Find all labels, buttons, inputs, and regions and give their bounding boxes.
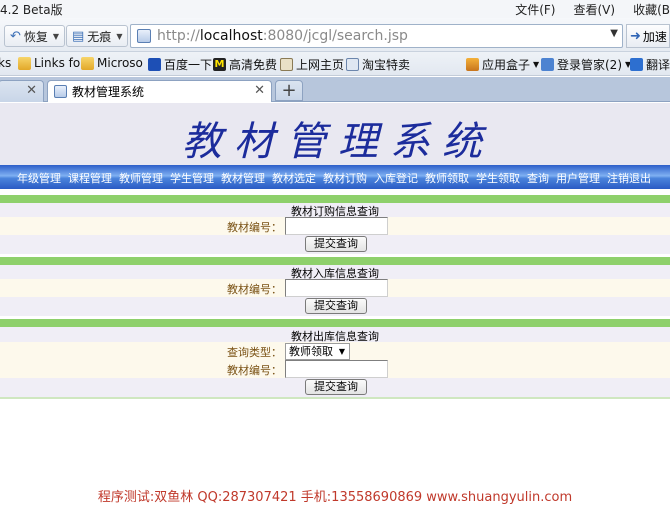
query-type-value: 教师领取 xyxy=(289,345,333,358)
key-icon xyxy=(541,58,554,71)
nav-textbook-management[interactable]: 教材管理 xyxy=(221,170,265,186)
main-nav: 年级管理 课程管理 教师管理 学生管理 教材管理 教材选定 教材订购 入库登记 … xyxy=(0,165,670,189)
menu-bar: 文件(F) 查看(V) 收藏(B xyxy=(515,1,670,18)
bookmark-links[interactable]: Links fo xyxy=(18,56,80,70)
app-box-icon xyxy=(466,58,479,71)
stock-in-textbook-id-label: 教材编号： xyxy=(227,283,282,296)
tab-bar: ✕ 教材管理系统 ✕ + xyxy=(0,77,670,102)
section-divider xyxy=(0,319,670,327)
home-page-icon xyxy=(280,58,293,71)
nav-grade-management[interactable]: 年级管理 xyxy=(17,170,61,186)
stock-out-submit-button[interactable]: 提交查询 xyxy=(305,379,367,395)
restore-label: 恢复 xyxy=(23,29,48,44)
address-bar[interactable]: http://localhost:8080/jcgl/search.jsp ▼ xyxy=(130,24,623,48)
page-icon xyxy=(346,58,359,71)
app-title: 4.2 Beta版 xyxy=(0,3,63,17)
nav-teacher-management[interactable]: 教师管理 xyxy=(119,170,163,186)
stock-out-textbook-id-input[interactable] xyxy=(285,360,388,378)
bookmark-microsoft[interactable]: Microso xyxy=(81,56,143,70)
bookmark-app-box[interactable]: 应用盒子 ▼ xyxy=(466,56,539,73)
bookmark-baidu[interactable]: 百度一下 xyxy=(148,56,212,73)
close-icon[interactable]: ✕ xyxy=(254,83,265,98)
accelerate-icon: ➜ xyxy=(630,28,641,44)
bookmark-hd-free[interactable]: M 高清免费 xyxy=(213,56,277,73)
chevron-down-icon: ▼ xyxy=(533,60,540,69)
menu-favorites[interactable]: 收藏(B xyxy=(633,1,670,18)
new-tab-button[interactable]: + xyxy=(275,80,303,101)
bookmark-login-manager[interactable]: 登录管家(2) ▼ xyxy=(541,56,631,73)
page-icon xyxy=(54,85,67,98)
menu-file[interactable]: 文件(F) xyxy=(515,1,555,18)
menu-view[interactable]: 查看(V) xyxy=(574,1,616,18)
bookmark-translate[interactable]: 翻译 xyxy=(630,56,670,73)
folder-icon xyxy=(18,56,31,70)
tab-previous[interactable]: ✕ xyxy=(0,80,44,102)
section-divider xyxy=(0,195,670,203)
tab-label: 教材管理系统 xyxy=(72,85,145,99)
baidu-paw-icon xyxy=(148,58,161,71)
bookmark-home[interactable]: 上网主页 xyxy=(280,56,344,73)
section-bottom-border xyxy=(0,397,670,399)
address-dropdown-icon[interactable]: ▼ xyxy=(610,28,618,39)
folder-icon xyxy=(81,56,94,70)
nav-user-management[interactable]: 用户管理 xyxy=(556,170,600,186)
header-banner: 教材管理系统 xyxy=(0,103,670,165)
nav-textbook-order[interactable]: 教材订购 xyxy=(323,170,367,186)
bookmark-ks[interactable]: ks xyxy=(0,56,11,70)
order-textbook-id-label: 教材编号： xyxy=(227,221,282,234)
section-divider xyxy=(0,257,670,265)
bookmarks-bar: ks Links fo Microso 百度一下 M 高清免费 上网主页 淘宝特卖… xyxy=(0,52,670,76)
traceless-label: 无痕 xyxy=(87,29,112,44)
order-textbook-id-input[interactable] xyxy=(285,217,388,235)
bookmark-taobao[interactable]: 淘宝特卖 xyxy=(346,56,410,73)
chevron-down-icon: ▼ xyxy=(338,347,345,356)
navigation-toolbar: ↶ 恢复 ▼ ▤ 无痕 ▼ http://localhost:8080/jcgl… xyxy=(0,18,670,52)
query-type-select[interactable]: 教师领取 ▼ xyxy=(285,343,350,360)
nav-stock-in[interactable]: 入库登记 xyxy=(374,170,418,186)
close-icon[interactable]: ✕ xyxy=(26,83,37,98)
traceless-icon: ▤ xyxy=(72,28,85,44)
address-url: http://localhost:8080/jcgl/search.jsp xyxy=(157,28,408,44)
stock-in-textbook-id-input[interactable] xyxy=(285,279,388,297)
accelerate-label: 加速 xyxy=(642,29,667,44)
plus-icon: + xyxy=(281,80,297,101)
nav-student-pickup[interactable]: 学生领取 xyxy=(476,170,520,186)
back-arrow-icon: ↶ xyxy=(10,28,21,44)
chevron-down-icon: ▼ xyxy=(116,31,123,41)
restore-button[interactable]: ↶ 恢复 ▼ xyxy=(4,25,66,47)
stock-out-textbook-id-label: 教材编号： xyxy=(227,364,282,377)
stock-in-submit-button[interactable]: 提交查询 xyxy=(305,298,367,314)
m-logo-icon: M xyxy=(213,58,226,71)
nav-query[interactable]: 查询 xyxy=(527,170,549,186)
traceless-button[interactable]: ▤ 无痕 ▼ xyxy=(66,25,129,47)
tab-current[interactable]: 教材管理系统 ✕ xyxy=(47,80,272,102)
accelerate-button[interactable]: ➜ 加速 xyxy=(626,24,670,48)
chevron-down-icon: ▼ xyxy=(52,31,60,41)
title-bar: 4.2 Beta版 文件(F) 查看(V) 收藏(B xyxy=(0,0,670,18)
page-title: 教材管理系统 xyxy=(182,119,494,165)
order-submit-button[interactable]: 提交查询 xyxy=(305,236,367,252)
page-icon xyxy=(137,29,151,43)
nav-teacher-pickup[interactable]: 教师领取 xyxy=(425,170,469,186)
nav-textbook-selection[interactable]: 教材选定 xyxy=(272,170,316,186)
translate-icon xyxy=(630,58,643,71)
nav-course-management[interactable]: 课程管理 xyxy=(68,170,112,186)
footer-credit: 程序测试:双鱼林 QQ:287307421 手机:13558690869 www… xyxy=(97,490,573,505)
nav-logout[interactable]: 注销退出 xyxy=(607,170,651,186)
query-type-label: 查询类型： xyxy=(227,346,282,359)
nav-student-management[interactable]: 学生管理 xyxy=(170,170,214,186)
